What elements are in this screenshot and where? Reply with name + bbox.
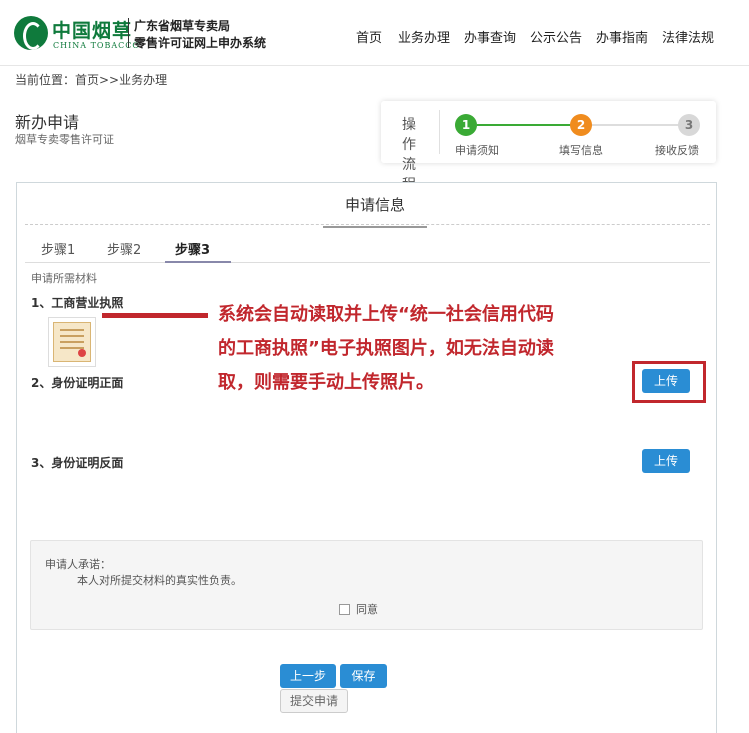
save-button[interactable]: 保存 [340, 664, 387, 688]
step-connector-2 [591, 124, 679, 126]
logo-divider [128, 18, 129, 48]
annotation-text: 系统会自动读取并上传“统一社会信用代码的工商执照”电子执照图片，如无法自动读取，… [218, 304, 554, 393]
system-name-line1: 广东省烟草专卖局 [134, 19, 231, 33]
step-1-label: 申请须知 [455, 144, 499, 157]
nav-announcements[interactable]: 公示公告 [530, 27, 582, 46]
step-1-circle: 1 [455, 114, 477, 136]
panel-title: 申请信息 [323, 194, 427, 228]
submit-application-button[interactable]: 提交申请 [280, 689, 348, 713]
promise-text: 本人对所提交材料的真实性负责。 [77, 574, 242, 587]
item-id-back: 3、身份证明反面 [31, 456, 124, 470]
tobacco-logo-icon [14, 16, 48, 50]
applicant-promise-box: 申请人承诺： 本人对所提交材料的真实性负责。 同意 [30, 540, 703, 630]
nav-guide[interactable]: 办事指南 [596, 27, 648, 46]
tab-step3[interactable]: 步骤3 [175, 239, 210, 258]
step-tabs: 步骤1 步骤2 步骤3 [25, 233, 710, 263]
materials-label: 申请所需材料 [31, 272, 97, 285]
agree-checkbox[interactable] [339, 604, 350, 615]
promise-title: 申请人承诺： [45, 558, 111, 571]
site-header: 中国烟草 CHINA TOBACCO 广东省烟草专卖局 零售许可证网上申办系统 … [0, 0, 749, 66]
upload-id-back-button[interactable]: 上传 [642, 449, 690, 473]
page-title: 新办申请 [15, 113, 80, 132]
license-document-icon [53, 322, 91, 362]
agree-checkbox-label[interactable]: 同意 [339, 601, 378, 617]
step-3-circle: 3 [678, 114, 700, 136]
process-flow: 操作流程 1 申请须知 2 填写信息 3 接收反馈 [381, 101, 716, 193]
previous-step-button[interactable]: 上一步 [280, 664, 336, 688]
logo-english: CHINA TOBACCO [53, 41, 140, 50]
page-subtitle: 烟草专卖零售许可证 [15, 133, 114, 146]
annotation-pointer-line [102, 313, 208, 318]
breadcrumb: 当前位置：首页>>业务办理 [15, 73, 168, 87]
step-3-label: 接收反馈 [655, 144, 699, 157]
item-business-license: 1、工商营业执照 [31, 296, 124, 310]
application-panel: 申请信息 步骤1 步骤2 步骤3 申请所需材料 1、工商营业执照 2、身份证明正… [16, 182, 717, 733]
agree-text: 同意 [356, 603, 378, 616]
nav-home[interactable]: 首页 [356, 27, 382, 46]
system-name-line2: 零售许可证网上申办系统 [134, 36, 267, 50]
tab-step2[interactable]: 步骤2 [107, 239, 141, 258]
step-2-label: 填写信息 [559, 144, 603, 157]
nav-laws[interactable]: 法律法规 [662, 27, 714, 46]
nav-query[interactable]: 办事查询 [464, 27, 516, 46]
item-id-front: 2、身份证明正面 [31, 376, 124, 390]
nav-business[interactable]: 业务办理 [398, 27, 450, 46]
annotation-highlight-box [632, 361, 706, 403]
flow-divider [439, 110, 440, 154]
logo-text: 中国烟草 [52, 20, 133, 42]
step-connector-1 [477, 124, 581, 126]
panel-header: 申请信息 [25, 183, 710, 228]
business-license-thumbnail[interactable] [48, 317, 96, 367]
tab-step1[interactable]: 步骤1 [41, 239, 75, 258]
step-2-circle: 2 [570, 114, 592, 136]
active-tab-indicator [165, 261, 231, 263]
